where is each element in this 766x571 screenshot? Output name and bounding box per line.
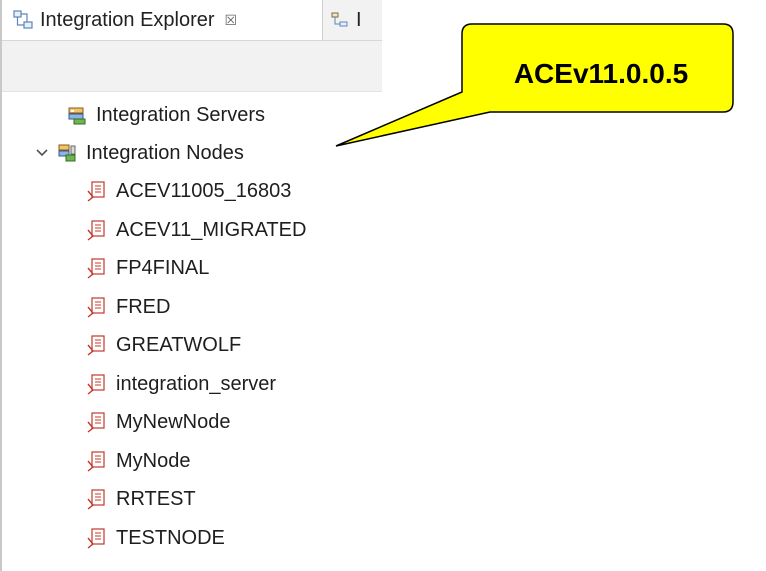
integration-explorer-icon bbox=[13, 10, 33, 29]
integration-servers-icon bbox=[68, 107, 86, 125]
integration-node-item[interactable]: GREATWOLF bbox=[86, 330, 241, 360]
integration-node-item[interactable]: MyNode bbox=[86, 446, 190, 476]
stopped-node-icon bbox=[87, 297, 105, 318]
integration-node-label: ACEV11_MIGRATED bbox=[116, 218, 307, 241]
integration-node-label: MyNode bbox=[116, 449, 191, 472]
stopped-node-icon bbox=[87, 412, 105, 433]
integration-node-item[interactable]: RRTEST bbox=[86, 484, 196, 514]
close-tab-icon[interactable]: ☒ bbox=[225, 12, 238, 29]
integration-node-item[interactable]: FP4FINAL bbox=[86, 253, 209, 283]
tab-title: Integration Explorer bbox=[40, 8, 215, 31]
integration-node-label: MyNewNode bbox=[116, 410, 231, 433]
integration-node-item[interactable]: integration_server bbox=[86, 369, 276, 399]
view-tab-bar: Integration Explorer ☒ I bbox=[2, 0, 382, 41]
integration-node-label: TESTNODE bbox=[116, 526, 225, 549]
stopped-node-icon bbox=[87, 528, 105, 549]
tab-integration-explorer[interactable]: Integration Explorer ☒ bbox=[2, 0, 323, 40]
integration-nodes-icon bbox=[58, 144, 76, 162]
tree-item-integration-servers[interactable]: Integration Servers bbox=[66, 100, 265, 130]
chevron-down-icon[interactable] bbox=[34, 145, 50, 161]
tree-item-label: Integration Nodes bbox=[86, 141, 244, 164]
integration-node-label: ACEV11005_16803 bbox=[116, 179, 292, 202]
callout-text: ACEv11.0.0.5 bbox=[513, 58, 689, 89]
integration-node-item[interactable]: ACEV11_MIGRATED bbox=[86, 215, 306, 245]
integration-node-label: FP4FINAL bbox=[116, 256, 210, 279]
stopped-node-icon bbox=[87, 181, 105, 202]
stopped-node-icon bbox=[87, 220, 105, 241]
view-toolbar-area bbox=[2, 41, 382, 92]
tree-item-integration-nodes[interactable]: Integration Nodes bbox=[34, 138, 244, 168]
stopped-node-icon bbox=[87, 335, 105, 356]
stopped-node-icon bbox=[87, 451, 105, 472]
stopped-node-icon bbox=[87, 489, 105, 510]
tab-secondary[interactable]: I bbox=[324, 0, 382, 40]
tree-item-label: Integration Servers bbox=[96, 103, 265, 126]
integration-node-item[interactable]: ACEV11005_16803 bbox=[86, 176, 291, 206]
integration-node-item[interactable]: TESTNODE bbox=[86, 523, 225, 553]
integration-node-item[interactable]: MyNewNode bbox=[86, 407, 230, 437]
integration-node-label: FRED bbox=[116, 295, 171, 318]
integration-node-item[interactable]: FRED bbox=[86, 292, 170, 322]
tab-secondary-label: I bbox=[356, 8, 362, 31]
integration-node-label: GREATWOLF bbox=[116, 333, 242, 356]
integration-node-label: RRTEST bbox=[116, 487, 196, 510]
stopped-node-icon bbox=[87, 258, 105, 279]
outline-icon bbox=[331, 12, 348, 27]
integration-node-label: integration_server bbox=[116, 372, 277, 395]
stopped-node-icon bbox=[87, 374, 105, 395]
